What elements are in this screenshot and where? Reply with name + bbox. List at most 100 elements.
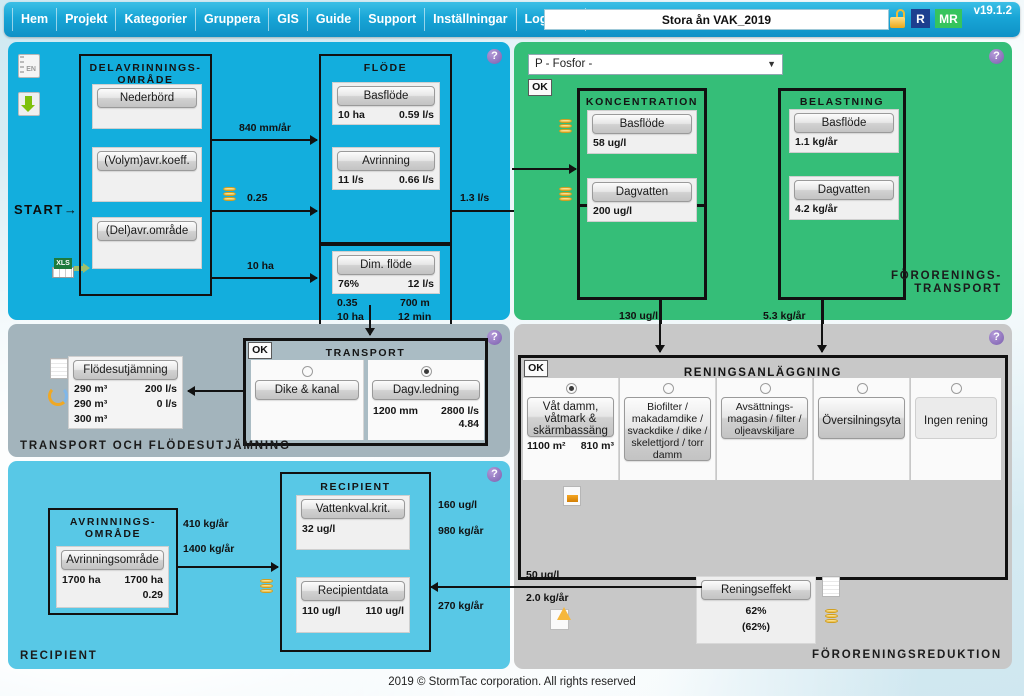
database-icon-coeff[interactable]: [223, 187, 236, 203]
recipient-data-button[interactable]: Recipientdata: [301, 581, 405, 601]
transport-option-1[interactable]: Dagv.ledning 1200 mm 2800 l/s 4.84: [368, 360, 484, 440]
treatment-button-wet-pond[interactable]: Våt damm, våtmark & skärmbassäng: [527, 397, 614, 437]
load-title: Belastning: [799, 96, 885, 108]
treatment-radio-biofilter[interactable]: [663, 383, 674, 394]
treatment-effect-value-2: (62%): [741, 621, 770, 633]
xls-import-icon[interactable]: XLS: [52, 258, 90, 278]
treatment-option-0[interactable]: Våt damm, våtmark & skärmbassäng 1100 m²…: [523, 378, 619, 480]
transport-button-pipe[interactable]: Dagv.ledning: [372, 380, 480, 400]
treatment-radio-overland[interactable]: [857, 383, 868, 394]
nav-item-hem[interactable]: Hem: [12, 8, 58, 31]
transport-radio-pipe[interactable]: [421, 366, 432, 377]
substance-select[interactable]: P - Fosfor - ▼: [528, 54, 783, 75]
treatment-option-1[interactable]: Biofilter / makadamdike / svackdike / di…: [620, 378, 716, 480]
treatment-radio-sedimentation[interactable]: [760, 383, 771, 394]
transport-help-icon[interactable]: ?: [487, 330, 502, 345]
treatment-effect-button[interactable]: Reningseffekt: [701, 580, 811, 600]
treatment-option-2[interactable]: Avsättnings- magasin / filter / oljeavsk…: [717, 378, 813, 480]
runoff-coefficient-button[interactable]: (Volym)avr.koeff.: [97, 151, 197, 171]
save-icon[interactable]: [563, 486, 581, 506]
recip-in-label-1: 410 kg/år: [183, 518, 229, 530]
load-baseflow-button[interactable]: Basflöde: [794, 113, 894, 133]
transport-button-dike[interactable]: Dike & kanal: [255, 380, 359, 400]
conc-out-label: 130 ug/l: [619, 310, 659, 322]
catchment-value-3: 0.29: [142, 589, 163, 601]
runoff-help-icon[interactable]: ?: [487, 49, 502, 64]
treatment-radio-none[interactable]: [951, 383, 962, 394]
treatment-button-sedimentation[interactable]: Avsättnings- magasin / filter / oljeavsk…: [721, 397, 808, 439]
water-quality-criteria-button[interactable]: Vattenkval.krit.: [301, 499, 405, 519]
transport-option-0[interactable]: Dike & kanal: [251, 360, 364, 440]
recipient-help-icon[interactable]: ?: [487, 467, 502, 482]
r-badge[interactable]: R: [911, 9, 930, 28]
catchment-area-button-recip[interactable]: Avrinningsområde: [61, 550, 164, 570]
coeff-arrow: [212, 206, 318, 216]
treatment-help-icon[interactable]: ?: [989, 330, 1004, 345]
header-icon-group: R MR: [889, 9, 962, 28]
start-label: START→: [14, 202, 79, 217]
treatment-radio-wet-pond[interactable]: [566, 383, 577, 394]
treatment-out-load: 2.0 kg/år: [526, 592, 569, 604]
wq-criteria-value: 32 ug/l: [302, 523, 336, 535]
nav-item-kategorier[interactable]: Kategorier: [116, 8, 197, 31]
project-name-field[interactable]: Stora ån VAK_2019: [544, 9, 889, 30]
design-flow-value-right: 12 l/s: [407, 278, 434, 290]
refresh-icon[interactable]: [48, 386, 68, 406]
treatment-option-4[interactable]: Ingen rening: [911, 378, 1001, 480]
design-flow-button[interactable]: Dim. flöde: [337, 255, 435, 275]
precipitation-field: Nederbörd: [92, 84, 202, 129]
load-baseflow-field: Basflöde 1.1 kg/år: [789, 109, 899, 153]
runoff-flow-button[interactable]: Avrinning: [337, 151, 435, 171]
catchment-area-field-recip: Avrinningsområde 1700 ha 1700 ha 0.29: [56, 546, 169, 608]
database-icon-treatment[interactable]: [825, 609, 838, 625]
transport-panel-title: Transport och flödesutjämning: [20, 440, 291, 452]
pollution-help-icon[interactable]: ?: [989, 49, 1004, 64]
flow-equalization-button[interactable]: Flödesutjämning: [73, 360, 178, 380]
nav-item-gruppera[interactable]: Gruppera: [196, 8, 270, 31]
design-extra-right-2: 12 min: [398, 311, 432, 323]
treatment-button-biofilter[interactable]: Biofilter / makadamdike / svackdike / di…: [624, 397, 711, 461]
database-icon-conc-base[interactable]: [559, 119, 572, 135]
treatment-option-3[interactable]: Översilningsyta: [814, 378, 910, 480]
nav-item-projekt[interactable]: Projekt: [57, 8, 117, 31]
notebook-en-icon[interactable]: EN: [18, 54, 40, 78]
mr-badge[interactable]: MR: [935, 9, 962, 28]
transport-doc-icon[interactable]: [50, 358, 68, 379]
recipient-panel-title: Recipient: [20, 650, 98, 662]
upload-icon[interactable]: [550, 607, 571, 630]
design-flow-value-left: 76%: [338, 278, 360, 290]
runoff-coefficient-field: (Volym)avr.koeff.: [92, 147, 202, 202]
treatment-panel: ? Reningsanläggning OK Våt damm, våtmark…: [506, 324, 1012, 669]
load-baseflow-value: 1.1 kg/år: [795, 136, 838, 148]
load-stormwater-value: 4.2 kg/år: [795, 203, 838, 215]
treatment-doc-icon[interactable]: [822, 576, 840, 597]
unlocked-padlock-icon[interactable]: [889, 9, 906, 28]
nav-item-support[interactable]: Support: [360, 8, 426, 31]
pollution-transport-panel: ? P - Fosfor - ▼ OK Koncentration Basflö…: [512, 42, 1012, 360]
treatment-ok-button[interactable]: OK: [524, 360, 548, 377]
download-icon[interactable]: [18, 92, 40, 116]
precipitation-button[interactable]: Nederbörd: [97, 88, 197, 108]
pollution-ok-button[interactable]: OK: [528, 79, 552, 96]
baseflow-field: Basflöde 10 ha 0.59 l/s: [332, 82, 440, 125]
nav-item-gis[interactable]: GIS: [269, 8, 308, 31]
recipient-data-value-1: 110 ug/l: [302, 605, 341, 617]
load-stormwater-button[interactable]: Dagvatten: [794, 180, 894, 200]
eq-left-3: 300 m³: [74, 413, 108, 425]
database-icon-recipient[interactable]: [260, 579, 273, 595]
treatment-button-overland[interactable]: Översilningsyta: [818, 397, 905, 439]
database-icon-conc-storm[interactable]: [559, 187, 572, 203]
nav-item-guide[interactable]: Guide: [308, 8, 361, 31]
catchment-area-button[interactable]: (Del)avr.område: [97, 221, 197, 241]
recipient-data-value-2: 110 ug/l: [365, 605, 404, 617]
transport-ok-button[interactable]: OK: [248, 342, 272, 359]
treatment-button-none[interactable]: Ingen rening: [915, 397, 997, 439]
transport-radio-dike[interactable]: [302, 366, 313, 377]
nav-item-installningar[interactable]: Inställningar: [425, 8, 517, 31]
area-arrow: [212, 273, 318, 283]
baseflow-button[interactable]: Basflöde: [337, 86, 435, 106]
eq-left-2: 290 m³: [74, 398, 108, 410]
treatment-panel-title: Föroreningsreduktion: [812, 649, 1002, 661]
precip-arrow: [212, 135, 318, 145]
catchment-area-field: (Del)avr.område: [92, 217, 202, 269]
